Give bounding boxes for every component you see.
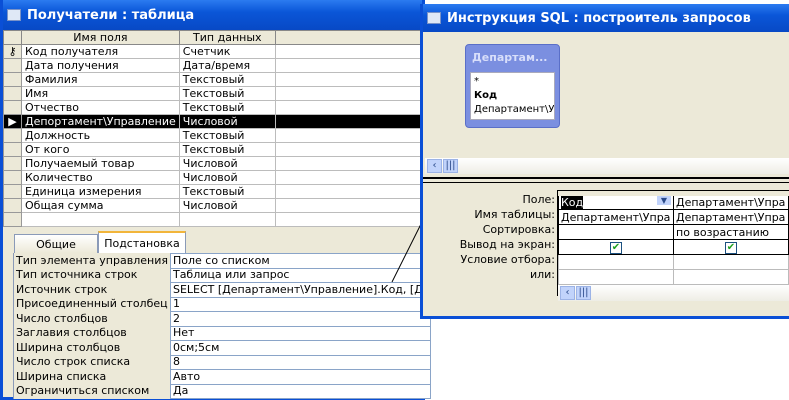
grid-row: Код ▼ Департамент\Упра (558, 193, 789, 210)
grid-row-label: Поле: (522, 193, 555, 206)
table-value: Департамент\Упра (676, 210, 786, 224)
title-bar: Инструкция SQL : построитель запросов (423, 4, 789, 32)
grid-row-label: Условие отбора: (460, 253, 556, 266)
scroll-thumb[interactable]: ||| (443, 159, 458, 173)
grid-cell-table[interactable]: Департамент\Упра (558, 209, 674, 225)
grid-row: по возрастанию (558, 224, 789, 240)
grid-cell-field[interactable]: Код ▼ (558, 193, 674, 210)
query-builder-window: Инструкция SQL : построитель запросов Де… (420, 4, 789, 319)
grid-cell-crit[interactable] (673, 254, 789, 270)
dropdown-arrow-icon[interactable]: ▼ (657, 196, 671, 205)
table-value: Департамент\Упра (561, 210, 671, 224)
window-title: Инструкция SQL : построитель запросов (447, 10, 751, 26)
field-value: Департамент\Упра (676, 196, 786, 209)
field-item[interactable]: Департамент\Уг (474, 103, 554, 117)
pane-splitter[interactable] (423, 177, 789, 183)
query-icon (427, 12, 441, 24)
grid-cell-crit[interactable] (558, 254, 674, 270)
grid-cell-sort[interactable]: по возрастанию (673, 224, 789, 240)
show-checkbox[interactable]: ✔ (610, 242, 622, 254)
table-box-title[interactable]: Департам... (466, 45, 559, 69)
table-box-fields: * Код Департамент\Уг (470, 72, 555, 120)
field-item[interactable]: * (474, 75, 551, 89)
show-checkbox[interactable]: ✔ (725, 242, 737, 254)
grid-row-label: Имя таблицы: (474, 208, 555, 221)
grid-row-label: Вывод на экран: (459, 238, 555, 251)
grid-labels: Поле: Имя таблицы: Сортировка: Вывод на экр… (423, 193, 555, 285)
grid-cell-table[interactable]: Департамент\Упра (673, 209, 789, 225)
grid-cell-sort[interactable] (558, 224, 674, 240)
field-value: Код (561, 196, 584, 209)
grid-cell-or[interactable] (558, 269, 674, 285)
sort-value: по возрастанию (676, 225, 770, 239)
grid-row: Департамент\Упра Департамент\Упра (558, 209, 789, 225)
grid-cell-or[interactable] (673, 269, 789, 285)
scroll-left-button[interactable]: ‹ (427, 159, 442, 173)
field-item[interactable]: Код (474, 89, 551, 103)
scroll-thumb[interactable]: ||| (576, 286, 591, 300)
grid-row-label: или: (529, 268, 555, 281)
grid-cell-show[interactable]: ✔ (673, 239, 789, 255)
grid-row-label: Сортировка: (482, 223, 555, 236)
grid-row: ✔ ✔ (558, 239, 789, 255)
grid-cell-field[interactable]: Департамент\Упра (673, 193, 789, 210)
upper-horizontal-scrollbar[interactable]: ‹ ||| (425, 158, 789, 174)
scroll-left-button[interactable]: ‹ (560, 286, 575, 300)
table-box[interactable]: Департам... * Код Департамент\Уг (465, 44, 560, 128)
design-grid: Код ▼ Департамент\Упра Департамент\Упра Депа… (557, 190, 789, 301)
grid-row (558, 269, 789, 285)
grid-cell-show[interactable]: ✔ (558, 239, 674, 255)
grid-row (558, 254, 789, 270)
grid-horizontal-scrollbar[interactable]: ‹ ||| (558, 285, 789, 301)
